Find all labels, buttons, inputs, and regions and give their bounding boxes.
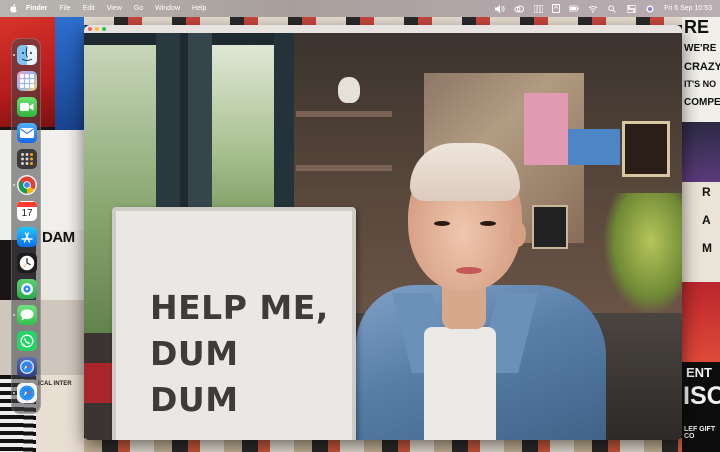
wallpaper-right-line: WE'RE (684, 43, 717, 54)
blue-card (568, 129, 620, 165)
wallpaper-dam-text: DAM (42, 229, 75, 246)
dock-app-finder[interactable] (17, 45, 37, 65)
zoom-button[interactable] (102, 27, 106, 31)
calendar-date: 17 (21, 207, 33, 219)
wallpaper-right-line: RE (684, 17, 710, 37)
menu-file[interactable]: File (59, 5, 70, 12)
running-indicator (13, 184, 15, 186)
menu-window[interactable]: Window (155, 5, 180, 12)
photo-content: HELP ME, DUM DUM (84, 33, 682, 440)
wifi-icon[interactable] (588, 4, 598, 13)
wallpaper-bottom-strip (84, 438, 682, 452)
photo-window[interactable]: HELP ME, DUM DUM (84, 25, 682, 440)
eye (480, 221, 496, 226)
chrome-icon (18, 176, 36, 194)
mouth (456, 267, 482, 274)
plant (604, 193, 682, 313)
menu-bar-clock[interactable]: Fri 6 Sep 10:53 (664, 5, 712, 12)
wallpaper-right-letter: A (702, 213, 711, 227)
messages-icon (20, 309, 34, 321)
wallpaper-letters-poster (682, 182, 720, 282)
running-indicator (13, 314, 15, 316)
dock-app-find-my[interactable] (17, 279, 37, 299)
wallpaper-right-bottom-line: ISO (683, 382, 720, 410)
wallpaper-right-bottom-line: ENT (686, 365, 712, 380)
calculator-icon (21, 153, 33, 165)
wallpaper-inter-text: ICAL INTER (38, 381, 72, 387)
menu-finder[interactable]: Finder (26, 5, 47, 12)
window-title-bar[interactable] (84, 25, 682, 33)
menu-bar-status-area: A Fri 6 Sep 10:53 (495, 0, 712, 17)
input-source-icon[interactable]: A (552, 4, 561, 13)
dock-app-facetime[interactable] (17, 97, 37, 117)
dock-app-safari[interactable] (17, 383, 37, 403)
wallpaper-right-line: COMPE (684, 97, 720, 108)
clock-icon (19, 255, 35, 271)
close-button[interactable] (88, 27, 92, 31)
sign-line-1: HELP ME, (150, 288, 329, 327)
wallpaper-right-line: CRAZY (684, 61, 720, 73)
menu-help[interactable]: Help (192, 5, 206, 12)
dock-app-calculator[interactable] (17, 149, 37, 169)
menu-bar: Finder File Edit View Go Window Help A F (0, 0, 720, 17)
eye (434, 221, 450, 226)
buzzed-hair (410, 143, 520, 201)
apple-menu-icon[interactable] (9, 4, 17, 13)
wallpaper-purple-tile (682, 122, 720, 182)
wallpaper-right-letter: M (702, 241, 712, 255)
wallpaper-blue-figure (55, 17, 85, 137)
mail-icon (20, 128, 34, 138)
wallpaper-right-line: IT'S NO (684, 79, 717, 89)
menu-go[interactable]: Go (134, 5, 143, 12)
dock: 17 (11, 38, 41, 414)
launchpad-icon (20, 74, 34, 88)
volume-icon[interactable] (495, 4, 505, 13)
wallpaper-red-poster (682, 282, 720, 362)
battery-icon[interactable] (569, 4, 579, 13)
wall-shelf (296, 111, 392, 117)
sign-line-2: DUM DUM (150, 334, 239, 419)
framed-picture (532, 205, 568, 249)
window-pane-right (212, 45, 274, 225)
dock-app-chrome[interactable] (17, 175, 37, 195)
dock-app-calendar[interactable]: 17 (17, 201, 37, 221)
creative-cloud-icon[interactable] (514, 4, 525, 13)
siri-icon[interactable] (645, 4, 655, 13)
dock-app-app-store[interactable] (17, 227, 37, 247)
search-icon[interactable] (607, 4, 617, 13)
menu-view[interactable]: View (107, 5, 122, 12)
dock-app-launchpad[interactable] (17, 71, 37, 91)
dock-app-mail[interactable] (17, 123, 37, 143)
wallpaper-top-strip (84, 17, 682, 25)
sign-text: HELP ME, DUM DUM (150, 285, 330, 423)
facetime-icon (20, 103, 34, 111)
framed-portrait (622, 121, 670, 177)
find-my-icon (21, 283, 33, 295)
wall-shelf (296, 165, 392, 171)
safari-preview-icon (20, 360, 34, 374)
dock-app-messages[interactable] (17, 305, 37, 325)
minimize-button[interactable] (95, 27, 99, 31)
dock-app-safari-preview[interactable] (17, 357, 37, 377)
ear (510, 221, 526, 247)
control-center-icon[interactable] (626, 4, 636, 13)
whatsapp-icon (20, 334, 34, 348)
menu-edit[interactable]: Edit (83, 5, 95, 12)
dock-app-clock[interactable] (17, 253, 37, 273)
wallpaper-right-bottom-line: LEF GIFT CO (684, 426, 716, 440)
safari-icon (19, 385, 35, 401)
grid-menu-icon[interactable] (533, 4, 543, 13)
running-indicator (13, 54, 15, 56)
handheld-sign: HELP ME, DUM DUM (112, 207, 356, 440)
running-indicator (13, 392, 15, 394)
white-shirt (424, 327, 496, 440)
app-store-icon (21, 232, 33, 243)
skull-figure (338, 77, 360, 103)
dock-app-whatsapp[interactable] (17, 331, 37, 351)
finder-icon (21, 46, 33, 61)
pink-poster (524, 93, 568, 165)
wallpaper-right-letter: R (702, 185, 711, 199)
